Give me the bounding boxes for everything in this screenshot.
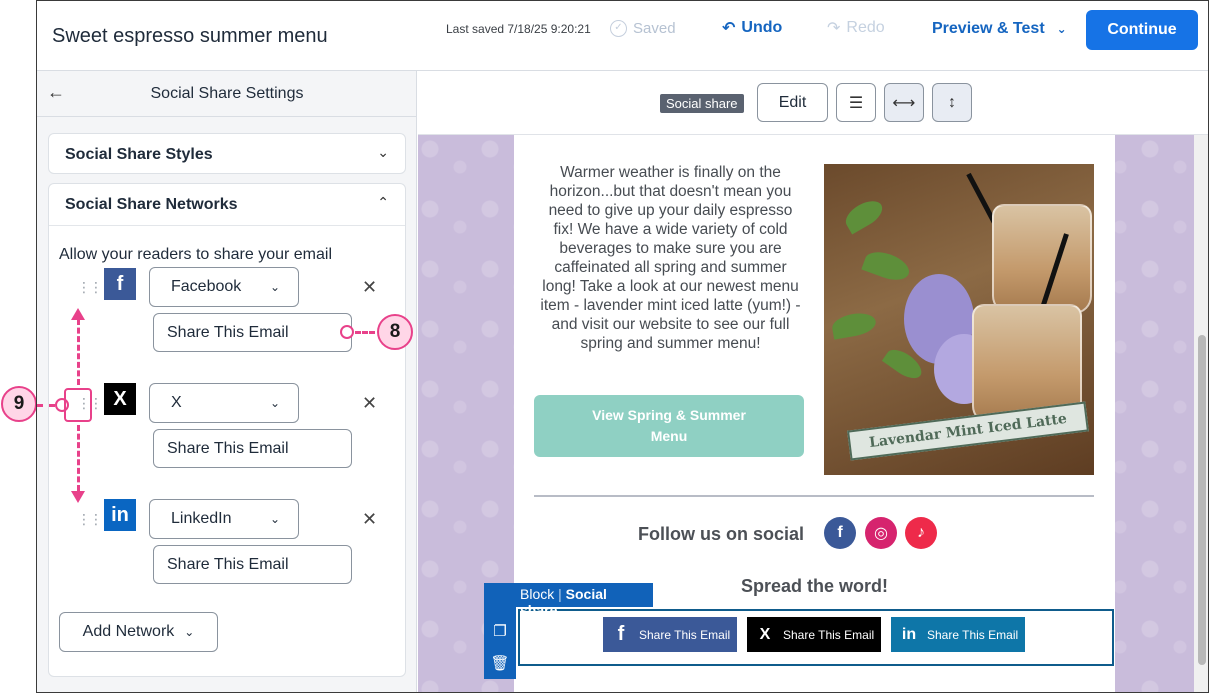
- divider-line: [534, 495, 1094, 497]
- remove-icon[interactable]: ✕: [362, 509, 377, 530]
- redo-icon: ↷: [827, 20, 841, 37]
- accordion-social-share-styles[interactable]: Social Share Styles ⌄: [48, 133, 406, 174]
- linkedin-icon: in: [901, 625, 917, 643]
- saved-status: ✓ Saved: [610, 20, 676, 37]
- facebook-icon: f: [104, 268, 136, 300]
- trash-icon[interactable]: 🗑: [490, 654, 509, 672]
- vertical-spacing-icon[interactable]: ↕: [932, 83, 972, 122]
- remove-icon[interactable]: ✕: [362, 277, 377, 298]
- check-circle-icon: ✓: [610, 20, 627, 37]
- add-network-button[interactable]: Add Network ⌄: [59, 612, 218, 652]
- drag-handle-icon[interactable]: ⋮⋮: [77, 280, 103, 294]
- block-type-tag: Social share: [660, 94, 744, 113]
- share-button-linkedin[interactable]: in Share This Email: [891, 617, 1025, 652]
- leaf-decoration: [841, 195, 887, 235]
- follow-label: Follow us on social: [638, 524, 805, 544]
- facebook-icon: f: [617, 623, 625, 645]
- accordion-social-share-networks: Social Share Networks ⌃ Allow your reade…: [48, 183, 406, 677]
- arrow-down-icon: [71, 491, 85, 503]
- email-canvas: Social share Edit ☰ ⟷ ↕ Warmer weather i…: [418, 71, 1208, 692]
- image-banner: Lavendar Mint Iced Latte: [847, 401, 1089, 461]
- x-icon: X: [104, 383, 136, 415]
- undo-icon: ↶: [722, 20, 736, 37]
- editor-window: Sweet espresso summer menu Last saved 7/…: [36, 0, 1209, 693]
- block-label: Block | Social share: [484, 583, 653, 618]
- share-button-x[interactable]: X Share This Email: [747, 617, 881, 652]
- intro-text[interactable]: Warmer weather is finally on the horizon…: [538, 163, 803, 353]
- redo-button[interactable]: ↷ Redo: [827, 18, 885, 38]
- redo-label: Redo: [846, 19, 885, 36]
- callout-9-highlight: [64, 388, 92, 422]
- block-toolbar: Social share Edit ☰ ⟷ ↕: [418, 71, 1208, 135]
- drag-handle-icon[interactable]: ⋮⋮: [77, 512, 103, 526]
- callout-8-line: [355, 331, 375, 334]
- cta-button[interactable]: View Spring & Summer Menu: [534, 395, 804, 457]
- chevron-down-icon: ⌄: [269, 512, 280, 526]
- panel-title: Social Share Settings: [150, 85, 304, 102]
- latte-photo[interactable]: Lavendar Mint Iced Latte: [824, 164, 1094, 475]
- callout-9: 9: [1, 386, 37, 422]
- share-button-label: Share This Email: [639, 627, 731, 642]
- network-select-linkedin[interactable]: LinkedIn ⌄: [149, 499, 299, 539]
- share-button-facebook[interactable]: f Share This Email: [603, 617, 737, 652]
- add-network-label: Add Network: [82, 623, 175, 640]
- x-icon: X: [759, 625, 771, 643]
- remove-icon[interactable]: ✕: [362, 393, 377, 414]
- chevron-down-icon: ⌄: [1056, 22, 1067, 36]
- share-button-label: Share This Email: [927, 627, 1019, 642]
- leaf-decoration: [861, 246, 913, 286]
- continue-button[interactable]: Continue: [1086, 10, 1198, 50]
- edit-button[interactable]: Edit: [757, 83, 828, 122]
- select-value: LinkedIn: [171, 510, 232, 527]
- share-text-field-facebook[interactable]: Share This Email: [153, 313, 352, 352]
- document-title[interactable]: Sweet espresso summer menu: [52, 25, 328, 48]
- network-select-facebook[interactable]: Facebook ⌄: [149, 267, 299, 307]
- share-text-field-linkedin[interactable]: Share This Email: [153, 545, 352, 584]
- select-value: Facebook: [171, 278, 242, 295]
- share-text-field-x[interactable]: Share This Email: [153, 429, 352, 468]
- preview-test-button[interactable]: Preview & Test ⌄: [932, 20, 1067, 38]
- facebook-social-icon[interactable]: f: [824, 517, 856, 549]
- tiktok-social-icon[interactable]: ♪: [905, 517, 937, 549]
- horizontal-spacing-icon[interactable]: ⟷: [884, 83, 924, 122]
- select-value: X: [171, 394, 182, 411]
- last-saved-text: Last saved 7/18/25 9:20:21: [446, 22, 591, 36]
- block-label-prefix: Block: [520, 586, 555, 602]
- saved-label: Saved: [633, 20, 676, 37]
- network-select-x[interactable]: X ⌄: [149, 383, 299, 423]
- undo-label: Undo: [741, 19, 783, 36]
- accordion-label: Social Share Styles: [65, 146, 213, 163]
- copy-icon[interactable]: ❐: [493, 622, 506, 640]
- callout-8-anchor: [340, 325, 354, 339]
- divider: [49, 225, 405, 226]
- share-button-label: Share This Email: [783, 627, 875, 642]
- panel-header: ← Social Share Settings: [37, 71, 416, 117]
- callout-9-line: [37, 404, 55, 407]
- scrollbar-thumb[interactable]: [1198, 335, 1206, 665]
- top-bar: Sweet espresso summer menu Last saved 7/…: [37, 1, 1208, 71]
- chevron-down-icon: ⌄: [377, 144, 389, 160]
- chevron-down-icon: ⌄: [184, 625, 195, 639]
- linkedin-icon: in: [104, 499, 136, 531]
- callout-9-vertical-line: [77, 425, 80, 491]
- allow-share-text: Allow your readers to share your email: [59, 246, 333, 263]
- align-center-icon[interactable]: ☰: [836, 83, 876, 122]
- callout-9-vertical-line: [77, 319, 80, 385]
- leaf-decoration: [830, 310, 878, 340]
- chevron-down-icon: ⌄: [269, 396, 280, 410]
- undo-button[interactable]: ↶ Undo: [722, 18, 782, 38]
- instagram-social-icon[interactable]: ◎: [865, 517, 897, 549]
- settings-panel: ← Social Share Settings Social Share Sty…: [37, 71, 417, 692]
- callout-8: 8: [377, 314, 413, 350]
- preview-label: Preview & Test: [932, 20, 1045, 37]
- chevron-down-icon: ⌄: [269, 280, 280, 294]
- chevron-up-icon[interactable]: ⌃: [377, 194, 389, 211]
- accordion-label[interactable]: Social Share Networks: [65, 196, 238, 214]
